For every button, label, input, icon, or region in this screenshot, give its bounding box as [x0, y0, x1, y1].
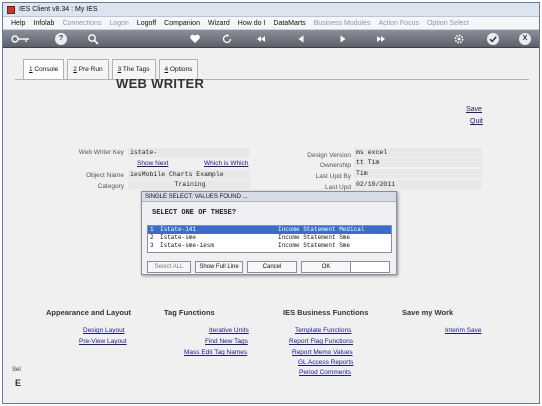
- last-upd-field[interactable]: 02/10/2011: [354, 180, 482, 189]
- close-icon[interactable]: X: [519, 33, 531, 45]
- menu-datamarts[interactable]: DataMarts: [269, 20, 309, 27]
- web-writer-key-label: Web Writer Key: [78, 149, 124, 156]
- list-item[interactable]: 1 Istate-141 Income Statement Medical: [148, 226, 391, 234]
- title-bar: IES Client v8.34 : My IES: [3, 3, 539, 17]
- menu-connections[interactable]: Connections: [58, 20, 105, 27]
- back-icon[interactable]: [295, 33, 307, 45]
- section-appearance-title: Appearance and Layout: [46, 308, 132, 317]
- section-save-work-title: Save my Work: [402, 308, 454, 317]
- design-layout-link[interactable]: Design Layout: [83, 327, 125, 334]
- preview-layout-link[interactable]: Pre-View Layout: [79, 338, 127, 345]
- heart-icon[interactable]: [189, 33, 201, 45]
- last-upd-label: Last Upd: [324, 184, 351, 191]
- tab-console[interactable]: 1 Console: [23, 59, 65, 80]
- menu-bar: Help Infolab Connections Logon Logoff Co…: [3, 17, 539, 30]
- interim-save-link[interactable]: Interim Save: [445, 327, 482, 334]
- tab-pre-run[interactable]: 2 Pre Run: [67, 59, 109, 79]
- ownership-field[interactable]: tt Tim: [354, 158, 482, 167]
- show-next-link[interactable]: Show Next: [137, 160, 168, 167]
- design-version-label: Design Version: [307, 152, 351, 159]
- ok-button[interactable]: OK: [301, 261, 351, 273]
- single-select-dialog: SINGLE SELECT: VALUES FOUND ... SELECT O…: [141, 191, 397, 275]
- report-memo-values-link[interactable]: Report Memo Values: [292, 349, 353, 356]
- mass-edit-tag-names-link[interactable]: Mass Edit Tag Names: [184, 349, 247, 356]
- select-all-button[interactable]: Select ALL: [147, 261, 191, 273]
- settings-icon[interactable]: [453, 33, 465, 45]
- help-icon[interactable]: ?: [55, 33, 67, 45]
- ownership-label: Ownership: [319, 162, 351, 169]
- menu-logon[interactable]: Logon: [105, 20, 132, 27]
- page-title: WEB WRITER: [116, 76, 205, 91]
- menu-option-select[interactable]: Option Select: [423, 20, 473, 27]
- gl-access-reports-link[interactable]: GL Access Reports: [298, 359, 353, 366]
- template-functions-link[interactable]: Template Functions: [295, 327, 351, 334]
- menu-companion[interactable]: Companion: [160, 20, 204, 27]
- object-name-label: Object Name: [86, 172, 124, 179]
- list-item[interactable]: 2 Istate-sme Income Statement Sme: [148, 234, 391, 242]
- app-icon: [7, 5, 15, 14]
- list-item[interactable]: 3 Istate-sme-iesm Income Statement Sme: [148, 242, 391, 250]
- app-window: IES Client v8.34 : My IES Help Infolab C…: [2, 2, 540, 404]
- dialog-search-input[interactable]: [350, 261, 390, 273]
- refresh-icon[interactable]: [221, 33, 233, 45]
- section-ies-business-title: IES Business Functions: [283, 308, 369, 317]
- dialog-values-list[interactable]: 1 Istate-141 Income Statement Medical 2 …: [147, 225, 392, 253]
- check-icon[interactable]: [487, 33, 499, 45]
- find-new-tags-link[interactable]: Find New Tags: [205, 338, 248, 345]
- object-name-field[interactable]: iesMobile Charts Example: [128, 170, 250, 179]
- menu-how-do-i[interactable]: How do I: [234, 20, 270, 27]
- key-icon[interactable]: [11, 33, 31, 45]
- forward-icon[interactable]: [337, 33, 349, 45]
- dialog-button-row: Select ALL Show Full Line Cancel OK: [147, 261, 351, 273]
- menu-action-focus[interactable]: Action Focus: [375, 20, 423, 27]
- menu-logoff[interactable]: Logoff: [133, 20, 160, 27]
- save-link[interactable]: Save: [466, 106, 482, 113]
- show-full-line-button[interactable]: Show Full Line: [195, 261, 243, 273]
- side-panel-letter: E: [15, 378, 22, 388]
- menu-wizard[interactable]: Wizard: [204, 20, 234, 27]
- toolbar: ? X: [3, 30, 539, 48]
- last-upd-by-field[interactable]: Tim: [354, 169, 482, 178]
- menu-help[interactable]: Help: [7, 20, 29, 27]
- section-tag-functions-title: Tag Functions: [164, 308, 215, 317]
- iterative-units-link[interactable]: Iterative Units: [209, 327, 249, 334]
- web-writer-key-field[interactable]: istate-: [128, 148, 250, 157]
- dialog-prompt: SELECT ONE OF THESE?: [152, 209, 237, 217]
- window-title: IES Client v8.34 : My IES: [19, 6, 98, 13]
- side-panel-fragment: Sel: [12, 367, 21, 373]
- menu-business-modules[interactable]: Business Modules: [310, 20, 375, 27]
- quit-link[interactable]: Quit: [470, 118, 483, 125]
- cancel-button[interactable]: Cancel: [247, 261, 297, 273]
- report-flag-functions-link[interactable]: Report Flag Functions: [289, 338, 353, 345]
- last-upd-by-label: Last Upd By: [315, 173, 351, 180]
- dialog-title: SINGLE SELECT: VALUES FOUND ...: [142, 192, 396, 202]
- fast-forward-icon[interactable]: [375, 33, 387, 45]
- rewind-icon[interactable]: [255, 33, 267, 45]
- category-label: Category: [97, 183, 124, 190]
- category-field[interactable]: Training: [128, 180, 250, 189]
- period-comments-link[interactable]: Period Comments: [299, 369, 351, 376]
- design-version-field[interactable]: ms excel: [354, 148, 482, 157]
- menu-infolab[interactable]: Infolab: [29, 20, 58, 27]
- which-is-which-link[interactable]: Which is Which: [204, 160, 248, 167]
- search-icon[interactable]: [87, 33, 99, 45]
